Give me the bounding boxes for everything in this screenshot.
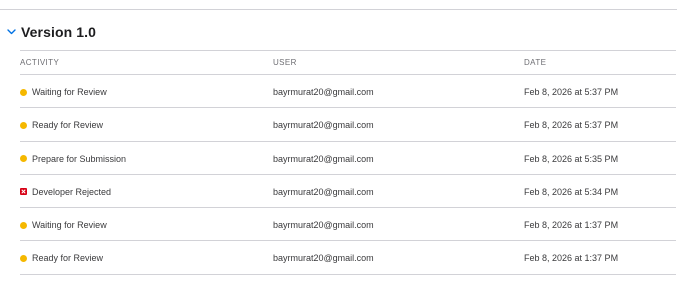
activity-cell: Ready for Review xyxy=(20,253,103,263)
table-row: Ready for Review bayrmurat20@gmail.com F… xyxy=(20,241,676,275)
version-section-toggle[interactable]: Version 1.0 xyxy=(6,23,96,41)
user-cell: bayrmurat20@gmail.com xyxy=(273,87,374,97)
date-cell: Feb 8, 2026 at 1:37 PM xyxy=(524,253,619,264)
activity-cell: Prepare for Submission xyxy=(20,154,126,164)
section-title: Version 1.0 xyxy=(21,24,97,40)
rejected-status-icon xyxy=(20,188,27,196)
activity-table: ACTIVITY USER DATE Waiting for Review ba… xyxy=(20,50,676,275)
table-row: Ready for Review bayrmurat20@gmail.com F… xyxy=(20,108,676,142)
pending-status-icon xyxy=(20,221,27,229)
activity-cell: Developer Rejected xyxy=(20,187,111,197)
chevron-down-icon[interactable] xyxy=(6,27,16,37)
user-cell: bayrmurat20@gmail.com xyxy=(273,220,374,231)
top-divider xyxy=(0,9,677,10)
pending-status-icon xyxy=(20,88,27,96)
column-header-activity: ACTIVITY xyxy=(20,58,60,67)
pending-status-icon xyxy=(20,254,27,262)
date-cell: Feb 8, 2026 at 1:37 PM xyxy=(524,220,619,231)
activity-label: Ready for Review xyxy=(32,253,104,264)
activity-label: Waiting for Review xyxy=(32,87,107,97)
date-cell: Feb 8, 2026 at 5:34 PM xyxy=(524,186,619,197)
activity-cell: Ready for Review xyxy=(20,120,103,130)
table-row: Waiting for Review bayrmurat20@gmail.com… xyxy=(20,208,676,242)
user-cell: bayrmurat20@gmail.com xyxy=(273,153,374,164)
column-header-user: USER xyxy=(273,58,297,67)
date-cell: Feb 8, 2026 at 5:35 PM xyxy=(524,153,619,164)
pending-status-icon xyxy=(20,155,27,163)
activity-cell: Waiting for Review xyxy=(20,220,107,230)
activity-cell: Waiting for Review xyxy=(20,87,107,97)
column-header-date: DATE xyxy=(524,58,547,67)
user-cell: bayrmurat20@gmail.com xyxy=(273,186,374,197)
date-cell: Feb 8, 2026 at 5:37 PM xyxy=(524,120,619,131)
table-row: Prepare for Submission bayrmurat20@gmail… xyxy=(20,142,676,175)
table-row: Developer Rejected bayrmurat20@gmail.com… xyxy=(20,175,676,209)
user-cell: bayrmurat20@gmail.com xyxy=(273,253,374,264)
activity-label: Waiting for Review xyxy=(32,220,107,231)
pending-status-icon xyxy=(20,121,27,129)
activity-label: Prepare for Submission xyxy=(32,153,127,164)
table-header: ACTIVITY USER DATE xyxy=(20,50,676,75)
activity-label: Ready for Review xyxy=(32,120,104,131)
date-cell: Feb 8, 2026 at 5:37 PM xyxy=(524,87,619,97)
activity-label: Developer Rejected xyxy=(32,186,112,197)
table-row: Waiting for Review bayrmurat20@gmail.com… xyxy=(20,75,676,109)
user-cell: bayrmurat20@gmail.com xyxy=(273,120,374,131)
